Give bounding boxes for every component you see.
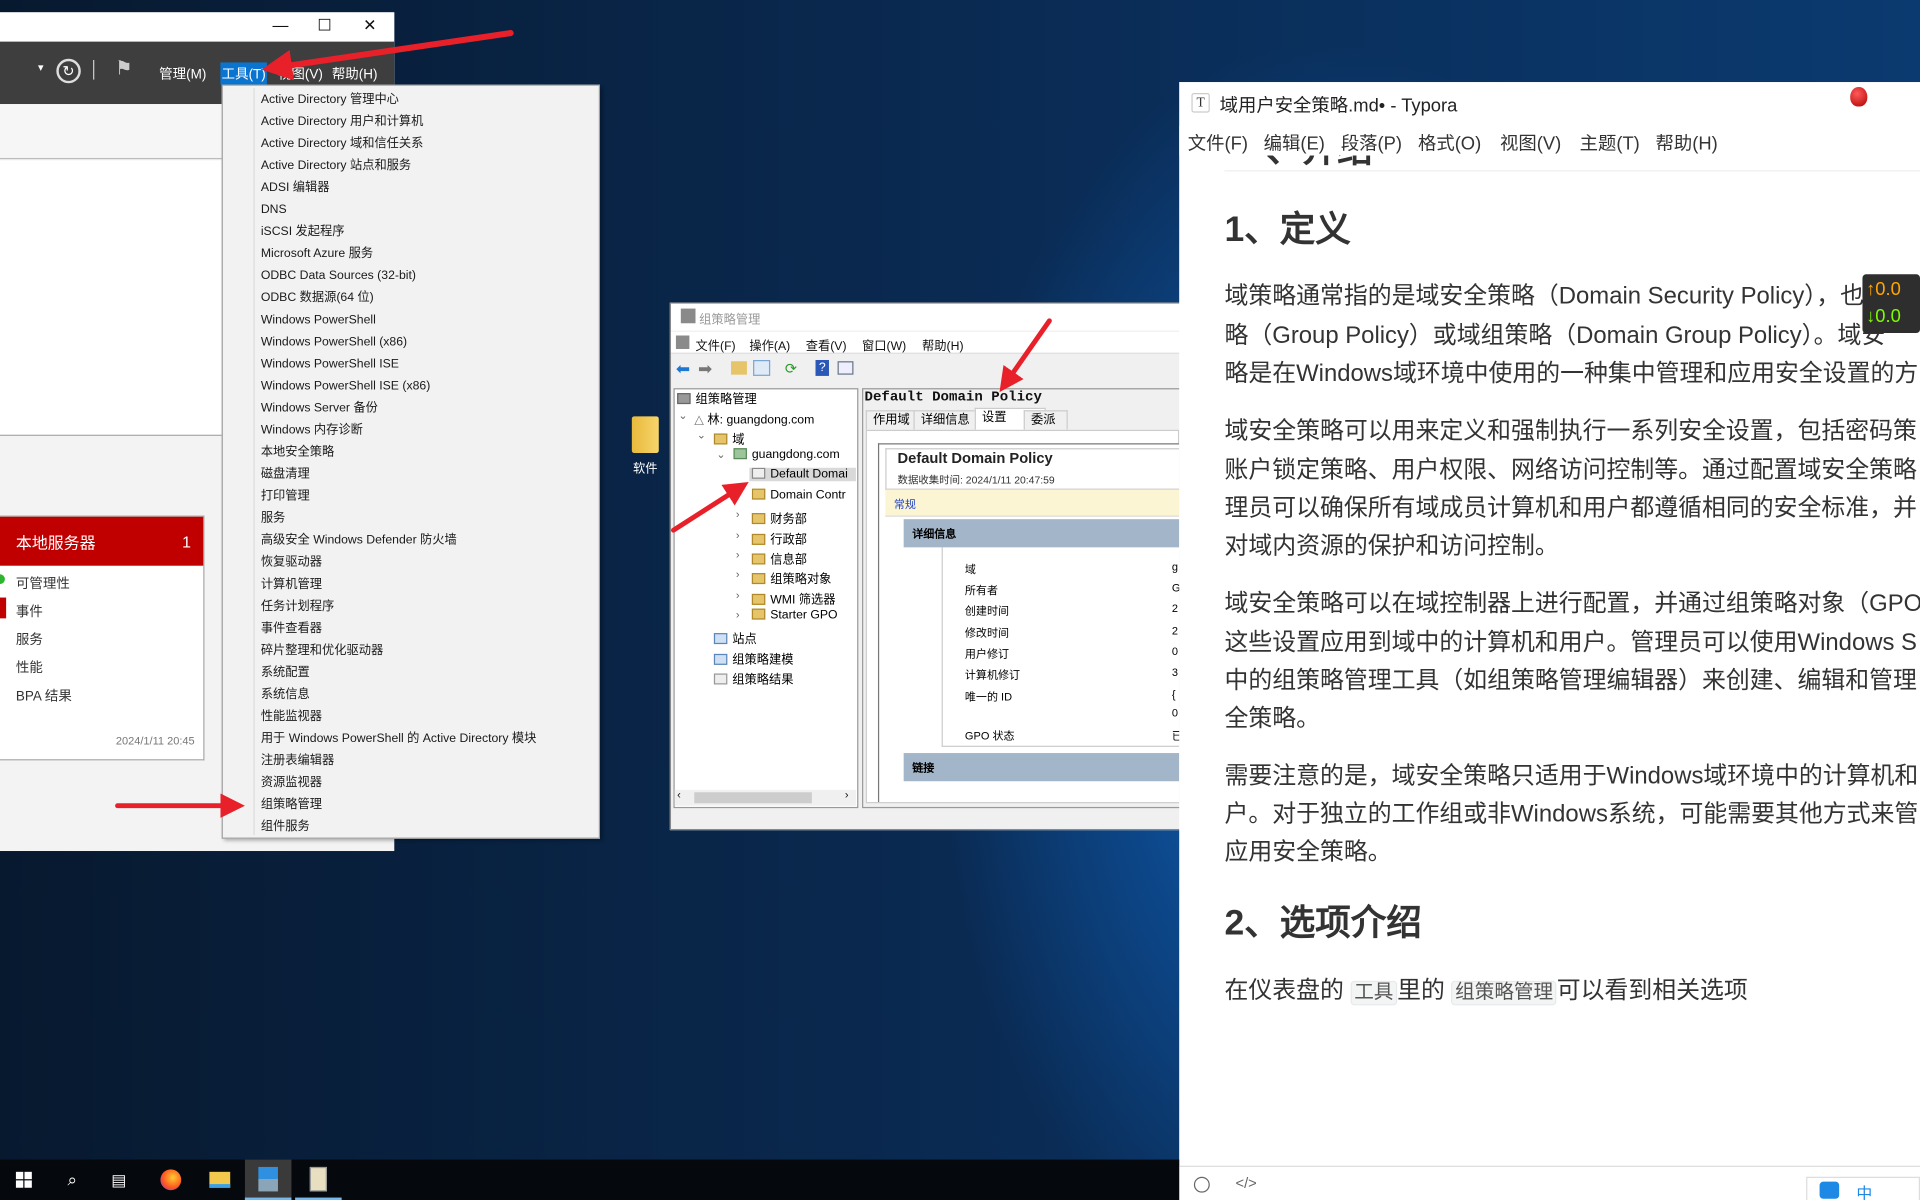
arrow-to-tools-menu: [261, 30, 514, 81]
arrow-to-default-domain-policy: [671, 481, 749, 533]
annotation-arrows: [115, 30, 1052, 818]
desktop: — ☐ ✕ ▾ ↻ ⚑ 管理(M) 工具(T) 视图(V) 帮助(H) 本地服务…: [0, 0, 1920, 1200]
arrow-to-settings-tab: [999, 318, 1052, 393]
